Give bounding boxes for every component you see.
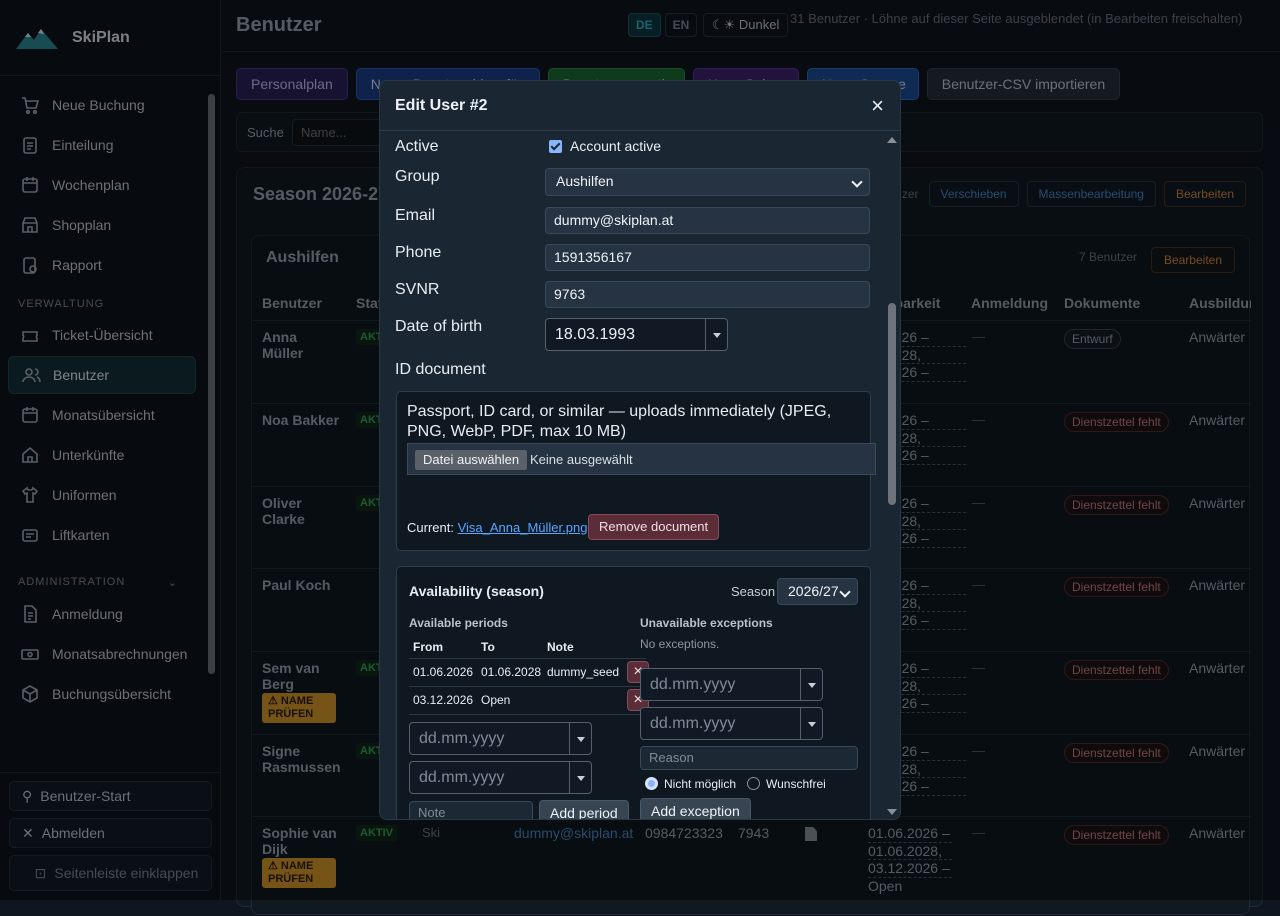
chevron-down-icon[interactable] — [569, 723, 591, 754]
no-exceptions-text: No exceptions. — [640, 637, 720, 651]
account-active-label: Account active — [570, 138, 662, 154]
chevron-down-icon[interactable] — [705, 319, 727, 350]
period-to: Open — [481, 693, 511, 707]
period-to-input[interactable]: dd.mm.yyyy — [409, 761, 592, 794]
email-field[interactable]: dummy@skiplan.at — [545, 207, 870, 234]
season-select[interactable]: 2026/27 — [777, 578, 858, 605]
phone-label: Phone — [395, 244, 442, 261]
choose-file-button[interactable]: Datei auswählen — [415, 450, 528, 470]
active-label: Active — [395, 138, 439, 155]
id-document-label: ID document — [395, 361, 486, 378]
season-label: Season — [731, 584, 776, 599]
availability-panel: Availability (season) Season 2026/27 Ava… — [396, 566, 871, 819]
upload-hint: Passport, ID card, or similar — uploads … — [407, 403, 832, 440]
radio-not-possible[interactable]: Nicht möglich — [645, 777, 736, 791]
column-to: To — [481, 640, 495, 654]
availability-title: Availability (season) — [409, 583, 544, 599]
current-document: Current: Visa_Anna_Müller.png — [407, 520, 588, 535]
group-select[interactable]: Aushilfen — [545, 168, 870, 196]
period-from-input[interactable]: dd.mm.yyyy — [409, 722, 592, 755]
account-active-checkbox[interactable] — [549, 140, 562, 153]
divider — [409, 658, 646, 659]
column-from: From — [413, 640, 443, 654]
dob-field[interactable]: 18.03.1993 — [545, 318, 728, 351]
current-document-link[interactable]: Visa_Anna_Müller.png — [458, 520, 588, 535]
period-note: dummy_seed — [547, 665, 620, 679]
available-periods-label: Available periods — [409, 616, 508, 630]
dialog-scrollbar[interactable] — [886, 133, 898, 819]
exception-from-input[interactable]: dd.mm.yyyy — [640, 668, 823, 701]
chevron-down-icon[interactable] — [800, 669, 822, 700]
unavailable-exceptions-label: Unavailable exceptions — [640, 616, 773, 630]
reason-input[interactable]: Reason — [640, 746, 858, 770]
dialog-header: Edit User #2 × — [380, 81, 900, 131]
svnr-field[interactable]: 9763 — [545, 281, 870, 308]
chevron-down-icon[interactable] — [800, 708, 822, 739]
group-label: Group — [395, 168, 440, 185]
id-document-panel: Passport, ID card, or similar — uploads … — [396, 391, 876, 551]
edit-user-dialog: Edit User #2 × Active Account active Gro… — [379, 80, 901, 820]
divider — [409, 686, 646, 687]
close-icon[interactable]: × — [871, 94, 884, 116]
column-note: Note — [547, 640, 574, 654]
chevron-down-icon[interactable] — [569, 762, 591, 793]
dialog-title: Edit User #2 — [395, 96, 488, 114]
file-status: Keine ausgewählt — [530, 452, 633, 467]
period-from: 03.12.2026 — [413, 693, 474, 707]
add-exception-button[interactable]: Add exception — [640, 798, 751, 819]
period-note-input[interactable]: Note — [409, 801, 533, 819]
period-from: 01.06.2026 — [413, 665, 474, 679]
exception-to-input[interactable]: dd.mm.yyyy — [640, 707, 823, 740]
svnr-label: SVNR — [395, 281, 440, 298]
divider — [409, 714, 646, 715]
email-label: Email — [395, 207, 436, 224]
file-input[interactable]: Datei auswählen Keine ausgewählt — [407, 443, 876, 475]
add-period-button[interactable]: Add period — [539, 800, 629, 819]
radio-preferred-off[interactable]: Wunschfrei — [747, 777, 826, 791]
dob-label: Date of birth — [395, 318, 483, 335]
phone-field[interactable]: 1591356167 — [545, 244, 870, 271]
period-to: 01.06.2028 — [481, 665, 542, 679]
remove-document-button[interactable]: Remove document — [588, 514, 720, 540]
